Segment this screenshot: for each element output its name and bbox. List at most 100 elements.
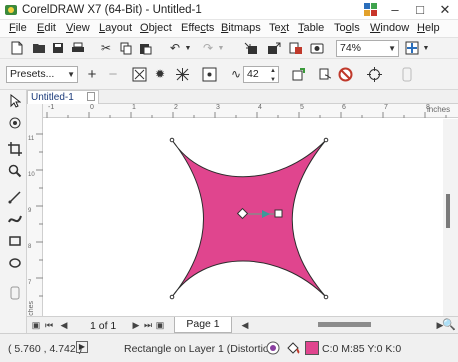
property-bar: Presets... ▼ + − ✹ ∿ 42 ▲ ▼ — [0, 59, 458, 90]
menu-object[interactable]: Object — [140, 22, 172, 34]
amplitude-spinbox[interactable]: 42 ▲ ▼ — [243, 66, 279, 83]
corner-node — [323, 137, 329, 143]
ruler-tick-label: 7 — [28, 280, 32, 286]
snap-dropdown-chevron-icon[interactable]: ▼ — [418, 40, 434, 56]
page-tab-label: Page 1 — [186, 318, 220, 330]
cut-icon[interactable]: ✂ — [98, 40, 114, 56]
document-tab-label: Untitled-1 — [31, 92, 74, 103]
menu-text[interactable]: Text — [269, 22, 289, 34]
corel-connect-icon[interactable] — [309, 40, 325, 56]
twister-distortion-icon[interactable] — [174, 66, 190, 82]
presets-select[interactable]: Presets... ▼ — [6, 66, 78, 83]
drawing-canvas[interactable] — [44, 119, 443, 316]
status-bar: ( 5.760 , 4.742 ) ▶ Rectangle on Layer 1… — [0, 333, 458, 362]
corner-node — [169, 294, 175, 300]
spin-down-icon[interactable]: ▼ — [270, 73, 276, 88]
ruler-tick-label: 9 — [28, 208, 32, 214]
customize-toolbox-icon[interactable] — [6, 284, 24, 302]
status-expand-icon[interactable]: ▶ — [76, 341, 88, 353]
ruler-tick-label: 4 — [258, 104, 262, 111]
new-document-icon[interactable] — [9, 40, 25, 56]
ruler-tick-label: 8 — [28, 244, 32, 250]
import-icon[interactable] — [243, 40, 259, 56]
menu-file[interactable]: File — [9, 22, 27, 34]
zoom-tool-icon[interactable] — [6, 162, 24, 180]
open-folder-icon[interactable] — [31, 40, 47, 56]
menu-window[interactable]: Window — [370, 22, 409, 34]
ellipse-tool-icon[interactable] — [6, 254, 24, 272]
corner-node — [169, 137, 175, 143]
previous-page-icon[interactable]: ◀ — [58, 319, 70, 331]
minimize-button[interactable]: – — [382, 1, 408, 19]
shape-tool-icon[interactable] — [6, 114, 24, 132]
ruler-tick-label: 10 — [28, 172, 35, 178]
toolbox — [0, 90, 27, 333]
horizontal-scroll-thumb[interactable] — [318, 322, 371, 327]
menu-table[interactable]: Table — [298, 22, 324, 34]
export-icon[interactable] — [266, 40, 282, 56]
close-button[interactable]: ✕ — [432, 1, 458, 19]
ruler-tick-label: 5 — [300, 104, 304, 111]
print-icon[interactable] — [70, 40, 86, 56]
redo-dropdown-chevron-icon[interactable]: ▼ — [213, 40, 229, 56]
copy-icon[interactable] — [118, 40, 134, 56]
menu-help[interactable]: Help — [417, 22, 440, 34]
disabled-option-icon — [399, 66, 415, 82]
publish-to-pdf-icon[interactable] — [288, 40, 304, 56]
next-page-icon[interactable]: ▶ — [130, 319, 142, 331]
ruler-tick-label: 3 — [216, 104, 220, 111]
menu-view[interactable]: View — [66, 22, 90, 34]
target-handle-icon[interactable] — [366, 66, 382, 82]
menu-effects[interactable]: Effects — [181, 22, 214, 34]
scroll-left-icon[interactable]: ◀ — [239, 319, 251, 331]
add-document-icon[interactable] — [87, 92, 95, 101]
push-pull-distortion-icon[interactable] — [131, 66, 147, 82]
ruler-tick-label: 0 — [90, 104, 94, 111]
menu-bar: File Edit View Layout Object Effects Bit… — [0, 20, 458, 37]
distortion-amplitude-handle — [274, 209, 283, 218]
ruler-tick-label: 11 — [28, 136, 35, 142]
ruler-tick-label: 1 — [132, 104, 136, 111]
maximize-button[interactable]: □ — [407, 1, 433, 19]
fill-bucket-icon — [286, 341, 300, 355]
convert-to-curves-icon[interactable] — [317, 66, 333, 82]
zoom-navigator-icon[interactable]: 🔍 — [442, 318, 456, 331]
crop-tool-icon[interactable] — [6, 140, 24, 158]
cursor-coordinates: ( 5.760 , 4.742 ) — [8, 343, 83, 355]
menu-tools[interactable]: Tools — [334, 22, 360, 34]
horizontal-ruler[interactable]: inches -1 0 1 2 3 4 5 6 7 8 — [43, 104, 458, 118]
ruler-tick-label: 8 — [426, 104, 430, 111]
last-page-icon[interactable]: ⏭ — [142, 319, 154, 331]
color-proof-icon[interactable] — [266, 341, 280, 355]
first-page-icon[interactable]: ⏮ — [43, 319, 55, 331]
ruler-unit-label: inches — [427, 105, 451, 114]
ruler-tick-label: -1 — [48, 104, 55, 111]
distorted-rectangle-shape — [171, 139, 327, 298]
save-icon[interactable] — [50, 40, 66, 56]
window-title: CorelDRAW X7 (64-Bit) - Untitled-1 — [22, 4, 202, 16]
pick-tool-icon[interactable] — [6, 92, 24, 110]
vertical-ruler[interactable]: inches 11 10 9 8 7 — [27, 104, 43, 321]
page-tab[interactable]: Page 1 — [174, 317, 232, 333]
undo-dropdown-chevron-icon[interactable]: ▼ — [180, 40, 196, 56]
windows-store-icon[interactable] — [364, 3, 377, 16]
artistic-media-tool-icon[interactable] — [6, 210, 24, 228]
menu-edit[interactable]: Edit — [37, 22, 56, 34]
freehand-tool-icon[interactable] — [6, 188, 24, 206]
zipper-distortion-icon[interactable]: ✹ — [152, 66, 168, 82]
coreldraw-logo-icon — [4, 3, 18, 17]
zoom-level-select[interactable]: 74% ▼ — [336, 40, 399, 57]
remove-preset-icon[interactable]: − — [105, 66, 121, 83]
document-navigator-icon[interactable]: ▣ — [30, 319, 42, 331]
rectangle-tool-icon[interactable] — [6, 232, 24, 250]
clear-distortion-icon[interactable] — [337, 66, 353, 82]
add-page-icon[interactable]: ▣ — [154, 319, 166, 331]
copy-distortion-icon[interactable] — [290, 66, 306, 82]
menu-bitmaps[interactable]: Bitmaps — [221, 22, 261, 34]
paste-icon[interactable] — [137, 40, 153, 56]
center-distortion-icon[interactable] — [201, 66, 217, 82]
fill-color-swatch[interactable] — [305, 341, 319, 355]
add-preset-icon[interactable]: + — [84, 66, 100, 83]
menu-layout[interactable]: Layout — [99, 22, 132, 34]
vertical-scroll-thumb[interactable] — [446, 194, 450, 228]
